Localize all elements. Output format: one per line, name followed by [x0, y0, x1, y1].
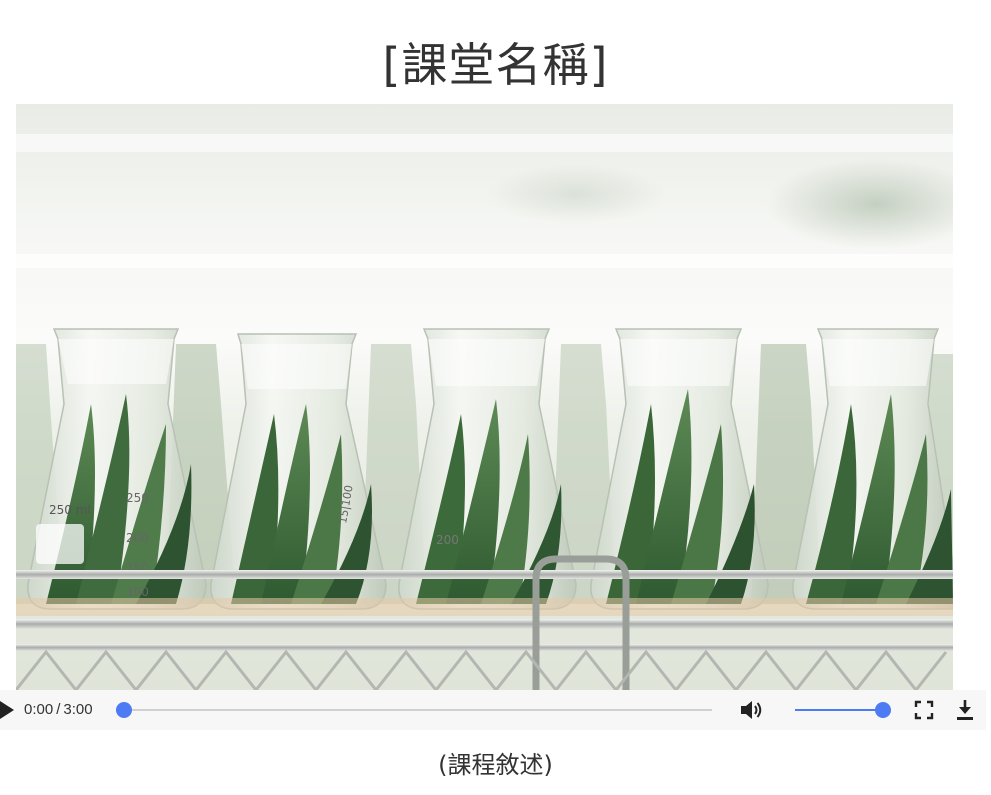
download-icon	[957, 700, 973, 720]
play-button[interactable]	[0, 699, 16, 721]
video-controls: 0:00/3:00	[0, 690, 986, 730]
poster-image: 250 ml 250 200 150 100 15|100 200	[16, 104, 953, 690]
volume-slider[interactable]	[795, 702, 891, 718]
fullscreen-button[interactable]	[914, 700, 934, 720]
svg-text:100: 100	[126, 585, 149, 599]
progress-slider[interactable]	[116, 702, 712, 718]
course-title: [課堂名稱]	[382, 37, 609, 92]
current-time: 0:00	[24, 701, 54, 718]
video-poster[interactable]: 250 ml 250 200 150 100 15|100 200	[16, 104, 953, 690]
course-page: [課堂名稱] 250 ml 250 200 150 100 15|100 200…	[0, 0, 991, 795]
download-button[interactable]	[955, 698, 975, 722]
time-display: 0:00/3:00	[24, 690, 93, 730]
progress-thumb[interactable]	[116, 702, 132, 718]
course-description: (課程敘述)	[438, 751, 553, 779]
duration: 3:00	[63, 701, 93, 718]
mute-button[interactable]	[739, 699, 765, 721]
fullscreen-icon	[914, 700, 934, 720]
progress-track	[116, 709, 712, 711]
volume-icon	[741, 701, 762, 719]
svg-text:250: 250	[126, 491, 149, 505]
video-player: 250 ml 250 200 150 100 15|100 200 0:00 /…	[0, 104, 991, 730]
play-icon	[0, 701, 14, 719]
svg-text:200: 200	[126, 531, 149, 545]
time-separator: /	[56, 701, 61, 718]
volume-thumb[interactable]	[875, 702, 891, 718]
svg-text:200: 200	[436, 533, 459, 547]
volume-fill	[795, 709, 883, 711]
svg-text:250 ml: 250 ml	[49, 503, 91, 517]
